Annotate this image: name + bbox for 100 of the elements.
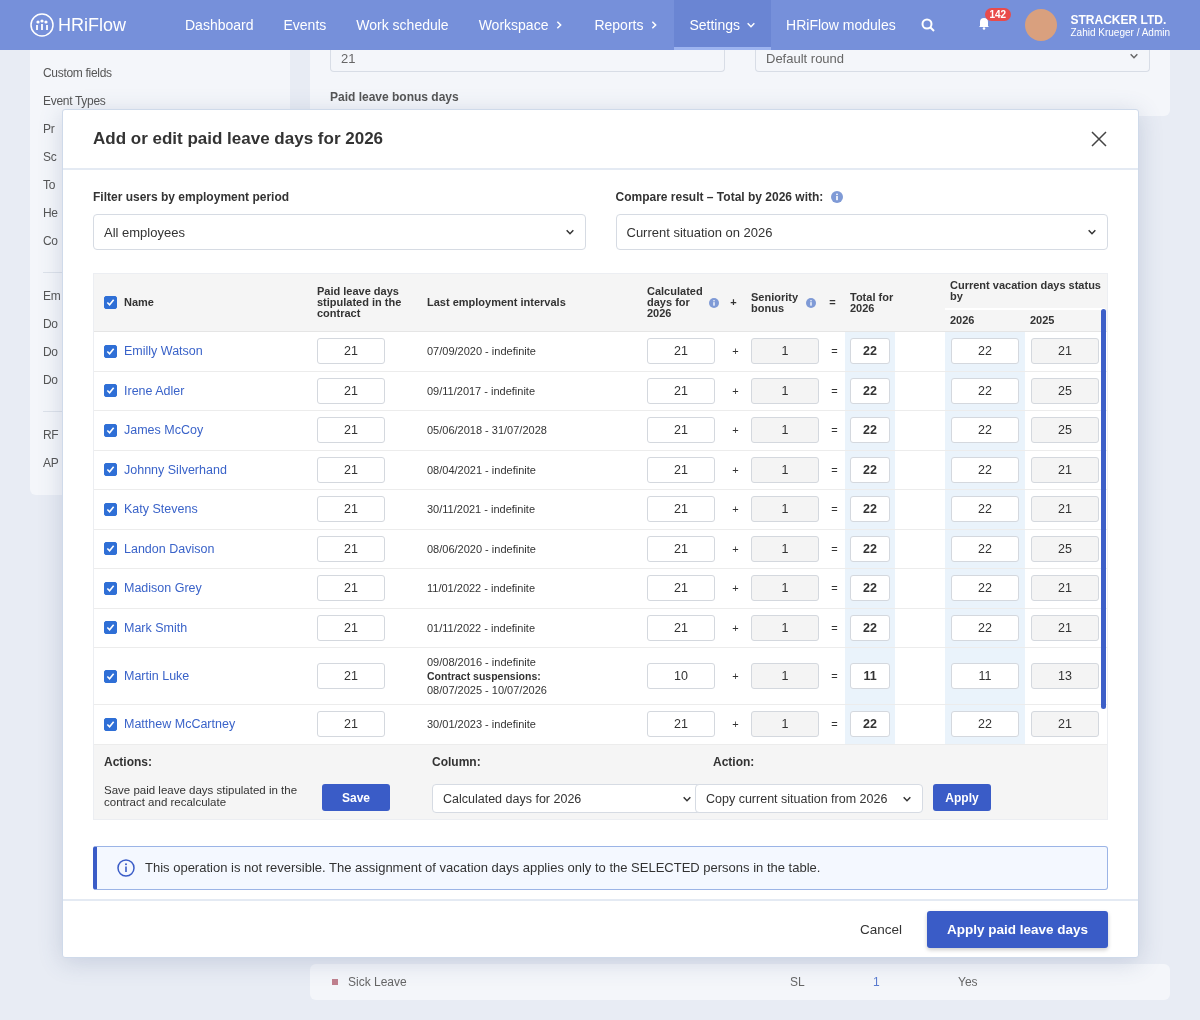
employee-link[interactable]: Emilly Watson [124,344,203,359]
employee-link[interactable]: Irene Adler [124,383,185,398]
sidebar-item[interactable]: Co [43,234,58,248]
employee-link[interactable]: Martin Luke [124,669,190,683]
sidebar-item[interactable]: Sc [43,150,57,164]
contract-days-field[interactable]: 21 [317,614,385,641]
contract-days-field[interactable]: 21 [317,417,385,444]
sidebar-item[interactable]: Do [43,345,58,359]
row-checkbox[interactable] [104,502,117,516]
select-all-checkbox[interactable] [104,296,117,309]
sidebar-item[interactable]: Custom fields [43,66,112,80]
sidebar-item[interactable]: Em [43,289,61,303]
seniority-bonus-field: 1 [751,417,819,444]
cancel-button[interactable]: Cancel [859,915,902,943]
employee-link[interactable]: James McCoy [124,423,204,438]
employee-link[interactable]: Johnny Silverhand [124,462,227,477]
sidebar-item[interactable]: Do [43,373,58,387]
calculated-days-field[interactable]: 21 [647,377,715,404]
current-days-field: 22 [951,338,1019,365]
row-checkbox[interactable] [104,717,117,731]
total-days-field[interactable]: 22 [850,496,890,523]
employee-link[interactable]: Landon Davison [124,541,215,556]
save-button[interactable]: Save [322,784,390,811]
calculated-days-field[interactable]: 21 [647,575,715,602]
column-header: Seniority bonus [751,291,800,314]
calculated-days-field[interactable]: 21 [647,338,715,365]
row-checkbox[interactable] [104,344,117,358]
leave-count: 1 [873,975,881,989]
sidebar-item[interactable]: To [43,178,56,192]
row-checkbox[interactable] [104,423,117,437]
contract-days-field[interactable]: 21 [317,377,385,404]
plus-sign: + [732,463,739,476]
sidebar-item[interactable]: AP [43,456,59,470]
nav-item[interactable]: Settings [674,0,772,50]
row-checkbox[interactable] [104,621,117,635]
previous-days-field: 25 [1031,535,1099,562]
employee-link[interactable]: Madison Grey [124,581,202,596]
contract-days-field[interactable]: 21 [317,456,385,483]
column-header: = [829,297,836,308]
calculated-days-field[interactable]: 21 [647,417,715,444]
total-days-field[interactable]: 22 [850,338,890,365]
total-days-field[interactable]: 22 [850,456,890,483]
actions-label: Actions: [104,754,153,771]
apply-button[interactable]: Apply [933,784,991,811]
current-days-field: 11 [951,663,1019,689]
seniority-bonus-field: 1 [751,711,819,738]
apply-leave-days-button[interactable]: Apply paid leave days [926,910,1108,948]
calculated-days-field[interactable]: 21 [647,614,715,641]
sidebar-item[interactable]: He [43,206,58,220]
search-icon[interactable] [920,18,935,32]
contract-days-field[interactable]: 21 [317,663,385,689]
action-label: Action: [713,754,756,771]
employee-link[interactable]: Mark Smith [124,620,188,635]
employment-interval: 01/11/2022 - indefinite [427,621,536,634]
calculated-days-field[interactable]: 21 [647,456,715,483]
row-checkbox[interactable] [104,581,117,595]
row-checkbox[interactable] [104,542,117,556]
seniority-bonus-field: 1 [751,377,819,404]
seniority-bonus-field: 1 [751,456,819,483]
contract-days-field[interactable]: 21 [317,711,385,738]
sidebar-item[interactable]: Pr [43,122,55,136]
sidebar-item[interactable]: Do [43,317,58,331]
previous-days-field: 25 [1031,417,1099,444]
total-days-field[interactable]: 22 [850,417,890,444]
row-checkbox[interactable] [104,384,117,398]
rounding-select[interactable]: Default round [755,50,1150,72]
calculated-days-field[interactable]: 21 [647,496,715,523]
total-days-field[interactable]: 22 [850,614,890,641]
contract-days-field[interactable]: 21 [317,535,385,562]
contract-days-field[interactable]: 21 [317,575,385,602]
filter-select[interactable]: All employees [93,214,586,250]
employee-link[interactable]: Katy Stevens [124,502,198,517]
total-days-field[interactable]: 22 [850,575,890,602]
sidebar-item[interactable]: Event Types [43,94,106,108]
total-days-field[interactable]: 22 [850,377,890,404]
scrollbar[interactable] [1101,309,1106,709]
total-days-field[interactable]: 22 [850,535,890,562]
action-select[interactable]: Copy current situation from 2026 [695,784,923,813]
people-logo-icon [30,13,54,37]
info-icon [831,191,844,203]
calculated-days-field[interactable]: 10 [647,663,715,689]
close-button[interactable] [1090,130,1108,148]
compare-select[interactable]: Current situation on 2026 [615,214,1108,250]
sidebar-item[interactable]: RF [43,428,59,442]
contract-days-field[interactable]: 21 [317,496,385,523]
employee-link[interactable]: Matthew McCartney [124,717,236,732]
contract-days-field[interactable]: 21 [317,338,385,365]
calculated-days-field[interactable]: 21 [647,711,715,738]
total-days-field[interactable]: 11 [850,663,890,689]
total-days-field[interactable]: 22 [850,711,890,738]
previous-days-field: 21 [1031,614,1099,641]
suspension-label: Contract suspensions: [427,670,542,682]
equals-sign: = [831,424,838,437]
row-checkbox[interactable] [104,463,117,477]
row-checkbox[interactable] [104,669,117,683]
column-header: + [730,297,737,308]
suspension-interval: 08/07/2025 - 10/07/2026 [427,684,547,696]
calculated-days-field[interactable]: 21 [647,535,715,562]
days-field[interactable]: 21 [330,50,725,72]
seniority-bonus-field: 1 [751,338,819,365]
